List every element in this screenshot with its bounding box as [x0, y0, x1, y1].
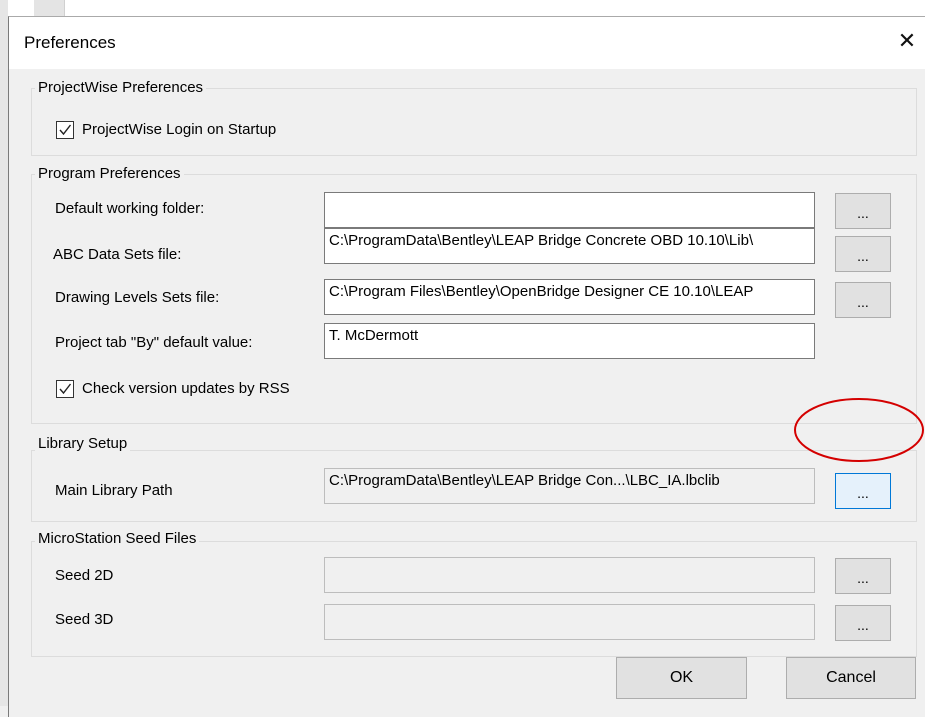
projectwise-login-label: ProjectWise Login on Startup — [82, 121, 277, 138]
seed-2d-browse-button[interactable]: ... — [835, 558, 891, 594]
microstation-seed-files-title: MicroStation Seed Files — [35, 530, 200, 547]
project-tab-by-label: Project tab "By" default value: — [55, 334, 253, 351]
dialog-title: Preferences — [24, 33, 116, 52]
ok-button[interactable]: OK — [616, 657, 747, 699]
seed-3d-field[interactable] — [324, 604, 815, 640]
default-working-folder-label: Default working folder: — [55, 200, 205, 217]
preferences-dialog: Preferences ✕ ProjectWise Preferences Pr… — [8, 16, 925, 717]
seed-3d-label: Seed 3D — [55, 611, 114, 628]
check-version-updates-checkbox[interactable] — [56, 380, 74, 398]
program-preferences-title: Program Preferences — [35, 165, 184, 182]
background-window — [0, 0, 925, 16]
abc-data-sets-label: ABC Data Sets file: — [53, 246, 182, 263]
abc-data-sets-field[interactable]: C:\ProgramData\Bentley\LEAP Bridge Concr… — [324, 228, 815, 264]
projectwise-preferences-title: ProjectWise Preferences — [35, 79, 207, 96]
main-library-path-label: Main Library Path — [55, 482, 173, 499]
close-icon[interactable]: ✕ — [893, 27, 921, 55]
cancel-button[interactable]: Cancel — [786, 657, 916, 699]
dialog-titlebar: Preferences ✕ — [9, 17, 925, 69]
checkmark-icon — [59, 383, 72, 395]
project-tab-by-field[interactable]: T. McDermott — [324, 323, 815, 359]
drawing-levels-sets-field[interactable]: C:\Program Files\Bentley\OpenBridge Desi… — [324, 279, 815, 315]
check-version-updates-label: Check version updates by RSS — [82, 380, 290, 397]
library-setup-title: Library Setup — [35, 435, 131, 452]
seed-2d-field[interactable] — [324, 557, 815, 593]
checkmark-icon — [59, 124, 72, 136]
background-window-edge — [0, 0, 8, 706]
main-library-path-browse-button[interactable]: ... — [835, 473, 891, 509]
seed-2d-label: Seed 2D — [55, 567, 114, 584]
abc-data-sets-browse-button[interactable]: ... — [835, 236, 891, 272]
main-library-path-field[interactable]: C:\ProgramData\Bentley\LEAP Bridge Con..… — [324, 468, 815, 504]
default-working-folder-field[interactable] — [324, 192, 815, 228]
projectwise-login-checkbox[interactable] — [56, 121, 74, 139]
default-working-folder-browse-button[interactable]: ... — [835, 193, 891, 229]
drawing-levels-sets-label: Drawing Levels Sets file: — [55, 289, 220, 306]
drawing-levels-sets-browse-button[interactable]: ... — [835, 282, 891, 318]
seed-3d-browse-button[interactable]: ... — [835, 605, 891, 641]
background-scrollbar — [34, 0, 65, 16]
annotation-ellipse — [794, 398, 924, 462]
